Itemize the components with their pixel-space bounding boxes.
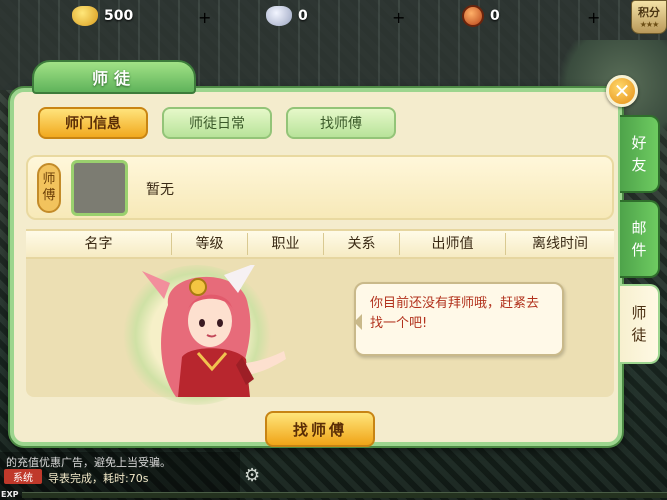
- side-tab-mail[interactable]: 邮 件: [620, 200, 660, 278]
- side-tab-master-char-1: 师: [631, 304, 647, 322]
- find-master-button[interactable]: 找师傅: [265, 411, 375, 447]
- col-relation: 关系: [324, 233, 400, 255]
- chat-line-1: 的充值优惠广告，避免上当受骗。: [6, 456, 171, 469]
- side-tab-mail-char-2: 件: [631, 241, 647, 259]
- col-name: 名字: [26, 233, 172, 255]
- side-tab-friends-char-1: 好: [631, 134, 647, 152]
- role-badge-char-1: 师: [42, 172, 56, 188]
- role-badge-char-2: 傅: [42, 188, 56, 203]
- tab-daily[interactable]: 师徒日常: [162, 107, 272, 139]
- panel-tabs: 师门信息 师徒日常 找师傅: [38, 107, 396, 139]
- master-name: 暂无: [146, 182, 174, 198]
- resource-bar: 500 + 0 + 0 + 积分 ★★★: [0, 0, 667, 34]
- points-label: 积分: [638, 6, 660, 19]
- side-tab-friends[interactable]: 好 友: [620, 115, 660, 193]
- col-level: 等级: [172, 233, 248, 255]
- side-tab-master-char-2: 徒: [631, 326, 647, 344]
- add-copper-button[interactable]: +: [587, 5, 600, 29]
- silver-resource: 0: [266, 4, 308, 28]
- side-tab-friends-char-2: 友: [631, 156, 647, 174]
- col-class: 职业: [248, 233, 324, 255]
- master-role-badge: 师 傅: [37, 163, 61, 213]
- gold-resource: 500: [72, 4, 133, 28]
- points-stars: ★★★: [639, 20, 660, 29]
- copper-value: 0: [490, 8, 500, 24]
- gold-value: 500: [104, 8, 134, 24]
- silver-value: 0: [298, 8, 308, 24]
- guide-character-illustration: [142, 265, 286, 397]
- exp-bar: [22, 492, 667, 498]
- side-tab-master-apprentice[interactable]: 师 徒: [620, 284, 660, 364]
- close-icon: ✕: [613, 79, 631, 103]
- add-silver-button[interactable]: +: [392, 5, 405, 29]
- system-tag: 系统: [4, 469, 42, 484]
- speech-bubble: 你目前还没有拜师哦，赶紧去找一个吧!: [354, 282, 564, 356]
- panel-title: 师徒: [32, 60, 196, 94]
- points-button[interactable]: 积分 ★★★: [631, 0, 667, 34]
- tab-find-master[interactable]: 找师傅: [286, 107, 396, 139]
- side-tab-mail-char-1: 邮: [631, 219, 647, 237]
- copper-coin-icon: [462, 5, 484, 27]
- gear-icon[interactable]: ⚙: [244, 465, 260, 486]
- apprentice-table-header: 名字 等级 职业 关系 出师值 离线时间: [26, 229, 614, 259]
- col-graduation: 出师值: [400, 233, 506, 255]
- add-gold-button[interactable]: +: [198, 5, 211, 29]
- tab-sect-info[interactable]: 师门信息: [38, 107, 148, 139]
- silver-ingot-icon: [266, 6, 292, 26]
- chat-line-2: 导表完成，耗时:70s: [48, 472, 149, 485]
- exp-label: EXP: [1, 490, 19, 499]
- master-avatar[interactable]: [71, 160, 128, 216]
- col-offline-time: 离线时间: [532, 236, 588, 252]
- close-button[interactable]: ✕: [606, 75, 638, 107]
- copper-resource: 0: [462, 4, 500, 28]
- gold-ingot-icon: [72, 6, 98, 26]
